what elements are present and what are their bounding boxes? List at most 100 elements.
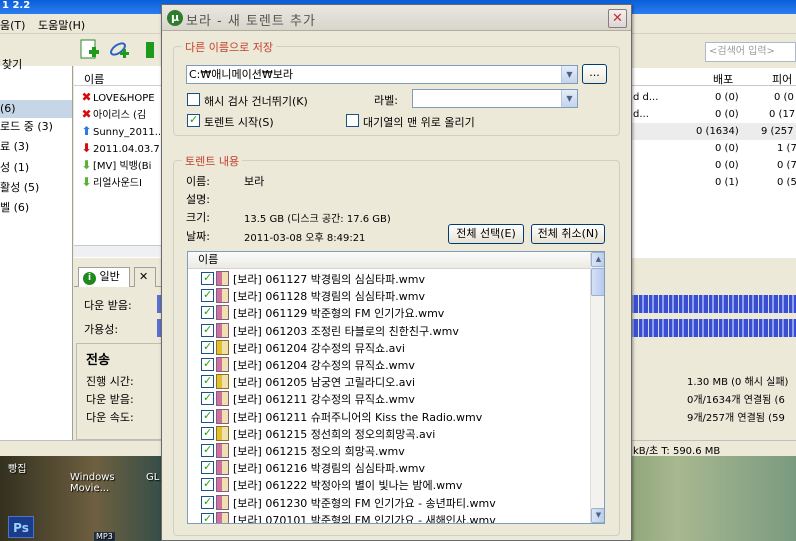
save-path-combo[interactable]: C:₩애니메이션₩보라 ▼ <box>186 65 578 84</box>
chevron-down-icon[interactable]: ▼ <box>561 66 577 83</box>
elapsed-label: 진행 시간: <box>86 375 134 388</box>
sidebar-item-inactive[interactable]: 활성 (5) <box>0 179 72 197</box>
file-row[interactable]: [보라] 061211 강수정의 뮤직쇼.wmv <box>188 390 588 407</box>
chevron-down-icon[interactable]: ▼ <box>561 90 577 107</box>
torrent-row[interactable]: ⬆Sunny_2011... <box>80 123 164 140</box>
file-row[interactable]: [보라] 061129 박준형의 FM 인기가요.wmv <box>188 304 588 321</box>
deselect-all-button[interactable]: 전체 취소(N) <box>531 224 605 244</box>
torrent-row-right[interactable]: d d... 0 (0) 0 (0 <box>629 89 796 106</box>
category-sidebar: 찾기 (6) 로드 중 (3) 료 (3) 성 (1) 활성 (5) 벨 (6) <box>0 58 73 440</box>
torrent-contents-legend: 토렌트 내용 <box>182 153 243 169</box>
error-icon: ✖ <box>81 107 92 121</box>
skip-hash-label[interactable]: 해시 검사 건너뛰기(K) <box>204 93 308 109</box>
file-name: [보라] 061203 조정린 타블로의 친한친구.wmv <box>233 324 459 338</box>
torrent-row-right[interactable]: 0 (0) 1 (7 <box>629 140 796 157</box>
file-row[interactable]: [보라] 061215 정오의 희망곡.wmv <box>188 442 588 459</box>
file-checkbox[interactable] <box>201 512 214 523</box>
torrent-row-right[interactable]: 0 (1) 0 (5 <box>629 174 796 191</box>
file-checkbox[interactable] <box>201 374 214 389</box>
file-row[interactable]: [보라] 061128 박경림의 심심타파.wmv <box>188 287 588 304</box>
torrent-row-right[interactable]: 0 (0) 0 (7 <box>629 157 796 174</box>
file-checkbox[interactable] <box>201 305 214 320</box>
menu-item-tools[interactable]: 움(T) <box>0 17 25 33</box>
file-row[interactable]: [보라] 061203 조정린 타블로의 친한친구.wmv <box>188 322 588 339</box>
file-row[interactable]: [보라] 070101 박준형의 FM 인기가요 - 새해인사.wmv <box>188 511 588 523</box>
error-icon: ✖ <box>81 90 92 104</box>
file-row[interactable]: [보라] 061230 박준형의 FM 인기가요 - 송년파티.wmv <box>188 494 588 511</box>
file-row[interactable]: [보라] 061127 박경림의 심심타파.wmv <box>188 270 588 287</box>
file-checkbox[interactable] <box>201 288 214 303</box>
file-checkbox[interactable] <box>201 340 214 354</box>
tab-trackers[interactable]: ✕ <box>134 267 156 287</box>
torrent-row-right[interactable]: d... 0 (0) 0 (17 <box>629 106 796 123</box>
menu-item-help[interactable]: 도움말(H) <box>38 17 85 33</box>
avi-file-icon <box>216 425 229 441</box>
column-seeds-header[interactable]: 배포 <box>713 71 733 87</box>
browse-button[interactable]: ... <box>582 64 607 84</box>
file-row[interactable]: [보라] 061215 정선희의 정오의희망곡.avi <box>188 425 588 442</box>
torrent-row[interactable]: ⬇리얼사운드I <box>80 174 164 191</box>
file-checkbox[interactable] <box>201 391 214 406</box>
torrent-list-hscrollbar[interactable] <box>74 245 164 257</box>
photoshop-icon[interactable]: Ps <box>8 516 34 538</box>
file-row[interactable]: [보라] 061205 남궁연 고릴라디오.avi <box>188 373 588 390</box>
label-combo[interactable]: ▼ <box>412 89 578 108</box>
file-checkbox[interactable] <box>201 460 214 475</box>
desktop-icon-label[interactable]: 빵집 <box>8 460 26 475</box>
search-input[interactable]: <검색어 입력> <box>705 42 796 62</box>
file-checkbox[interactable] <box>201 409 214 423</box>
torrent-row[interactable]: ✖아이리스 (김 <box>80 106 164 123</box>
sidebar-item-completed[interactable]: 료 (3) <box>0 138 72 156</box>
file-row[interactable]: [보라] 061222 박정아의 별이 빛나는 밤에.wmv <box>188 476 588 493</box>
sidebar-find-label[interactable]: 찾기 <box>2 56 74 74</box>
torrent-row[interactable]: ⬇2011.04.03.7 <box>80 140 164 157</box>
file-checkbox[interactable] <box>201 477 214 492</box>
file-checkbox[interactable] <box>201 443 214 457</box>
add-url-icon[interactable] <box>108 38 132 62</box>
create-torrent-icon[interactable] <box>144 38 154 62</box>
file-list-vscrollbar[interactable]: ▲ ▼ <box>590 252 604 523</box>
file-checkbox[interactable] <box>201 357 214 371</box>
dialog-title: 보라 - 새 토렌트 추가 <box>186 14 316 29</box>
sidebar-item-all[interactable]: (6) <box>0 100 72 118</box>
column-peers-header[interactable]: 피어 <box>772 71 792 87</box>
scroll-down-icon[interactable]: ▼ <box>591 508 604 523</box>
file-checkbox[interactable] <box>201 323 214 337</box>
torrent-row[interactable]: ✖LOVE&HOPE <box>80 89 164 106</box>
date-value: 2011-03-08 오후 8:49:21 <box>244 233 366 244</box>
desktop-icon-label[interactable]: Windows Movie... <box>70 472 115 494</box>
mp3-icon[interactable]: MP3 <box>94 532 115 541</box>
utorrent-logo-icon: µ <box>167 10 183 26</box>
add-torrent-icon[interactable] <box>78 38 102 62</box>
start-torrent-label[interactable]: 토렌트 시작(S) <box>204 114 274 130</box>
torrent-row[interactable]: ⬇[MV] 빅뱅(Bi <box>80 157 164 174</box>
sidebar-item-active[interactable]: 성 (1) <box>0 159 72 177</box>
torrent-row-right[interactable]: 0 (1634) 9 (257 <box>629 123 796 140</box>
scroll-thumb[interactable] <box>591 268 604 296</box>
select-all-button[interactable]: 전체 선택(E) <box>448 224 524 244</box>
file-list-header[interactable]: 이름 <box>188 252 590 269</box>
tab-general[interactable]: i 일반 <box>78 267 130 287</box>
sidebar-item-labels[interactable]: 벨 (6) <box>0 199 72 217</box>
file-checkbox[interactable] <box>201 271 214 285</box>
wmv-file-icon <box>216 391 229 407</box>
file-column-name-header: 이름 <box>198 253 219 266</box>
queue-top-checkbox[interactable] <box>346 114 359 127</box>
start-torrent-checkbox[interactable] <box>187 113 200 127</box>
close-button[interactable]: ✕ <box>608 9 627 28</box>
file-checkbox[interactable] <box>201 426 214 440</box>
sidebar-item-downloading[interactable]: 로드 중 (3) <box>0 118 72 136</box>
file-row[interactable]: [보라] 061211 슈퍼주니어의 Kiss the Radio.wmv <box>188 408 588 425</box>
wmv-file-icon <box>216 408 229 424</box>
file-row[interactable]: [보라] 061204 강수정의 뮤직쇼.avi <box>188 339 588 356</box>
file-row[interactable]: [보라] 061216 박경림의 심심타파.wmv <box>188 459 588 476</box>
tab-general-label: 일반 <box>99 270 120 283</box>
scroll-up-icon[interactable]: ▲ <box>591 252 604 267</box>
skip-hash-checkbox[interactable] <box>187 93 200 106</box>
desktop-icon-label[interactable]: GL <box>146 472 159 483</box>
file-checkbox[interactable] <box>201 495 214 509</box>
file-row[interactable]: [보라] 061204 강수정의 뮤직쇼.wmv <box>188 356 588 373</box>
queue-top-label[interactable]: 대기열의 맨 위로 올리기 <box>363 114 475 130</box>
column-name-header[interactable]: 이름 <box>84 71 104 87</box>
close-icon: ✕ <box>612 11 623 26</box>
